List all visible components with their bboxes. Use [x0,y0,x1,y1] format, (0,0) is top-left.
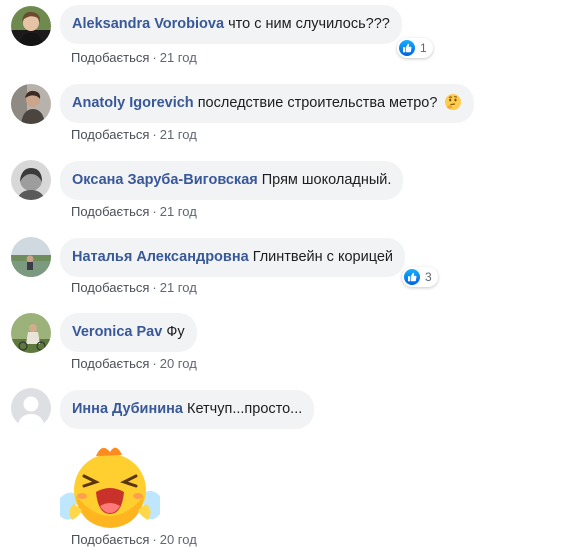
separator-dot: · [152,204,157,219]
comment-author[interactable]: Veronica Pav [72,324,162,340]
comment-text: Глинтвейн с корицей [252,249,393,265]
separator-dot: · [152,356,157,371]
reaction-number: 1 [420,41,427,55]
separator-dot: · [152,50,157,65]
like-link[interactable]: Подобається [71,50,149,65]
like-link[interactable]: Подобається [71,127,149,142]
timestamp[interactable]: 20 год [160,356,197,371]
comment-author[interactable]: Оксана Заруба-Виговская [72,172,258,188]
timestamp[interactable]: 21 год [160,204,197,219]
separator-dot: · [152,127,157,142]
comment-text: Прям шоколадный. [261,172,392,188]
comment-text: Фу [166,324,185,340]
reaction-number: 3 [425,270,432,284]
comment-meta: Подобається · 21 год [71,127,197,143]
avatar[interactable] [11,6,51,46]
like-link[interactable]: Подобається [71,204,149,219]
comment-meta: Подобається · 21 год [71,280,197,296]
comment-text: Кетчуп...просто... [187,401,303,417]
comment-bubble: Наталья Александровна Глинтвейн с корице… [60,238,405,277]
like-link[interactable]: Подобається [71,280,149,295]
comment-bubble: Оксана Заруба-Виговская Прям шоколадный. [60,161,404,200]
timestamp[interactable]: 21 год [160,50,197,65]
comment-bubble: Veronica Pav Фу [60,313,197,352]
reaction-count[interactable]: 3 [402,267,438,287]
comment-meta: Подобається · 20 год [71,532,197,548]
crying-chick-sticker[interactable] [60,440,160,530]
timestamp[interactable]: 21 год [160,280,197,295]
avatar[interactable] [11,313,51,353]
comment-meta: Подобається · 21 год [71,204,197,220]
comment-bubble: Anatoly Igorevich последствие строительс… [60,84,475,123]
comment-text: последствие строительства метро? [197,95,438,111]
avatar[interactable] [11,237,51,277]
thumbs-up-icon [399,40,415,56]
comment-bubble: Инна Дубинина Кетчуп...просто... [60,390,315,429]
comment-meta: Подобається · 21 год [71,50,197,66]
avatar[interactable] [11,84,51,124]
timestamp[interactable]: 20 год [160,532,197,547]
comment-author[interactable]: Aleksandra Vorobiova [72,16,224,32]
comment-author[interactable]: Наталья Александровна [72,249,249,265]
separator-dot: · [152,532,157,547]
thumbs-up-icon [404,269,420,285]
thinking-face-icon [444,88,462,110]
avatar[interactable] [11,160,51,200]
separator-dot: · [152,280,157,295]
reaction-count[interactable]: 1 [397,38,433,58]
comment-meta: Подобається · 20 год [71,356,197,372]
comment-text: что с ним случилось??? [228,16,390,32]
timestamp[interactable]: 21 год [160,127,197,142]
comment-bubble: Aleksandra Vorobiova что с ним случилось… [60,5,402,44]
like-link[interactable]: Подобається [71,356,149,371]
comment-author[interactable]: Anatoly Igorevich [72,95,194,111]
avatar[interactable] [11,388,51,428]
like-link[interactable]: Подобається [71,532,149,547]
comment-author[interactable]: Инна Дубинина [72,401,183,417]
